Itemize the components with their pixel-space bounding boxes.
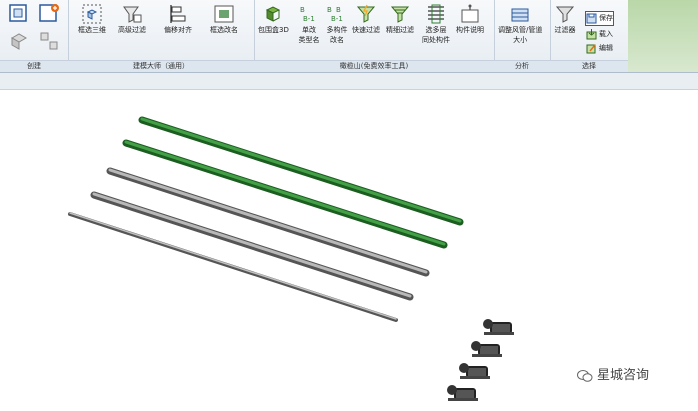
watermark-text: 星城咨询 bbox=[597, 368, 650, 383]
group-analysis: 调整风管/管道 大小 分析 bbox=[494, 0, 551, 72]
box-select-icon bbox=[8, 30, 30, 52]
type-rename-label-2: 类型名 bbox=[298, 36, 320, 44]
pipe-green-1[interactable] bbox=[138, 116, 464, 226]
quick-filter-icon bbox=[355, 3, 377, 25]
bbox3d-label: 包围盒3D bbox=[258, 26, 289, 34]
pipe-gray-2[interactable] bbox=[90, 191, 414, 301]
component-info-label: 构件说明 bbox=[456, 26, 484, 34]
info-icon bbox=[459, 3, 481, 25]
duct-size-label-1: 调整风管/管道 bbox=[498, 26, 543, 34]
multi-rename-icon: B B B-1 bbox=[326, 3, 348, 25]
duct-size-label-2: 大小 bbox=[513, 36, 528, 44]
save-icon bbox=[586, 13, 597, 24]
duct-size-icon bbox=[509, 3, 531, 25]
pipe-gray-thin[interactable] bbox=[68, 212, 398, 322]
wechat-icon bbox=[577, 369, 593, 383]
svg-text:B: B bbox=[300, 6, 305, 14]
type-rename-icon: B B-1 bbox=[298, 3, 320, 25]
svg-text:B-1: B-1 bbox=[331, 15, 343, 23]
advanced-filter-button[interactable]: 高级过滤 bbox=[118, 3, 146, 35]
filter-icon bbox=[554, 3, 576, 25]
svg-text:B: B bbox=[327, 6, 332, 14]
frame-3d-icon bbox=[81, 3, 103, 25]
multi-layer-button[interactable]: 选多层 同处构件 bbox=[422, 3, 450, 45]
create-selection-icon bbox=[8, 3, 30, 25]
type-rename-button[interactable]: B B-1 单改 类型名 bbox=[298, 3, 320, 45]
save-selection-button[interactable]: 保存 bbox=[585, 11, 614, 26]
model-view-canvas[interactable] bbox=[0, 90, 698, 411]
multi-layer-label-1: 选多层 bbox=[425, 26, 447, 34]
group-select: 过滤器 保存 载入 编辑 选择 bbox=[550, 0, 629, 72]
align-icon bbox=[167, 3, 189, 25]
layers-icon bbox=[425, 3, 447, 25]
create-tool-2[interactable] bbox=[38, 3, 60, 25]
rename-button[interactable]: 框选改名 bbox=[210, 3, 238, 35]
frame-3d-label: 框选三维 bbox=[78, 26, 106, 34]
load-label: 载入 bbox=[599, 30, 613, 38]
pump-4[interactable] bbox=[447, 385, 478, 401]
duct-size-button[interactable]: 调整风管/管道 大小 bbox=[498, 3, 542, 45]
filter-label: 过滤器 bbox=[554, 26, 576, 34]
ribbon-empty-area bbox=[628, 0, 698, 72]
group-title-create: 创建 bbox=[0, 60, 68, 72]
add-selection-icon bbox=[38, 3, 60, 25]
pump-3[interactable] bbox=[459, 363, 490, 379]
edit-icon bbox=[586, 43, 597, 54]
pump-2[interactable] bbox=[471, 341, 502, 357]
group-plugin: 包围盒3D B B-1 单改 类型名 B B B-1 多构件 改名 快速过滤 精… bbox=[254, 0, 495, 72]
svg-text:B-1: B-1 bbox=[303, 15, 315, 23]
rename-label: 框选改名 bbox=[210, 26, 238, 34]
filter-button[interactable]: 过滤器 bbox=[554, 3, 576, 35]
watermark: 星城咨询 bbox=[577, 364, 649, 383]
svg-text:B: B bbox=[336, 6, 341, 14]
quick-filter-label: 快速过滤 bbox=[352, 26, 380, 34]
fine-filter-button[interactable]: 精细过滤 bbox=[386, 3, 414, 35]
advanced-filter-label: 高级过滤 bbox=[118, 26, 146, 34]
edit-selection-button[interactable]: 编辑 bbox=[586, 42, 613, 55]
multi-layer-label-2: 同处构件 bbox=[422, 36, 450, 44]
quick-filter-button[interactable]: 快速过滤 bbox=[352, 3, 380, 35]
edit-label: 编辑 bbox=[599, 44, 613, 52]
ribbon: 创建 框选三维 高级过滤 偏移对齐 框选改名 建模大师（通用） 包围盒3D B … bbox=[0, 0, 698, 73]
create-tool-4[interactable] bbox=[38, 30, 60, 52]
group-title-select: 选择 bbox=[550, 60, 628, 72]
type-rename-label-1: 单改 bbox=[302, 26, 316, 34]
rename-icon bbox=[213, 3, 235, 25]
frame-3d-button[interactable]: 框选三维 bbox=[78, 3, 106, 35]
load-selection-button[interactable]: 载入 bbox=[586, 28, 613, 41]
assembly-icon bbox=[38, 30, 60, 52]
pump-1[interactable] bbox=[483, 319, 514, 335]
create-tool-3[interactable] bbox=[8, 30, 30, 52]
multi-rename-label-1: 多构件 bbox=[326, 26, 348, 34]
save-label: 保存 bbox=[599, 14, 613, 22]
options-bar bbox=[0, 73, 698, 90]
group-title-analysis: 分析 bbox=[494, 60, 550, 72]
advanced-filter-icon bbox=[121, 3, 143, 25]
create-tool-1[interactable] bbox=[8, 3, 30, 25]
move-align-label: 偏移对齐 bbox=[164, 26, 192, 34]
group-title-master: 建模大师（通用） bbox=[68, 60, 254, 72]
bbox3d-button[interactable]: 包围盒3D bbox=[258, 3, 289, 35]
multi-rename-label-2: 改名 bbox=[330, 36, 344, 44]
load-icon bbox=[586, 28, 597, 40]
component-info-button[interactable]: 构件说明 bbox=[456, 3, 484, 35]
move-align-button[interactable]: 偏移对齐 bbox=[164, 3, 192, 35]
multi-rename-button[interactable]: B B B-1 多构件 改名 bbox=[326, 3, 348, 45]
group-master: 框选三维 高级过滤 偏移对齐 框选改名 建模大师（通用） bbox=[68, 0, 255, 72]
fine-filter-icon bbox=[389, 3, 411, 25]
fine-filter-label: 精细过滤 bbox=[386, 26, 414, 34]
group-title-plugin: 橄榄山(免费效率工具) bbox=[254, 60, 494, 72]
group-create: 创建 bbox=[0, 0, 69, 72]
bounding-box-icon bbox=[262, 3, 284, 25]
